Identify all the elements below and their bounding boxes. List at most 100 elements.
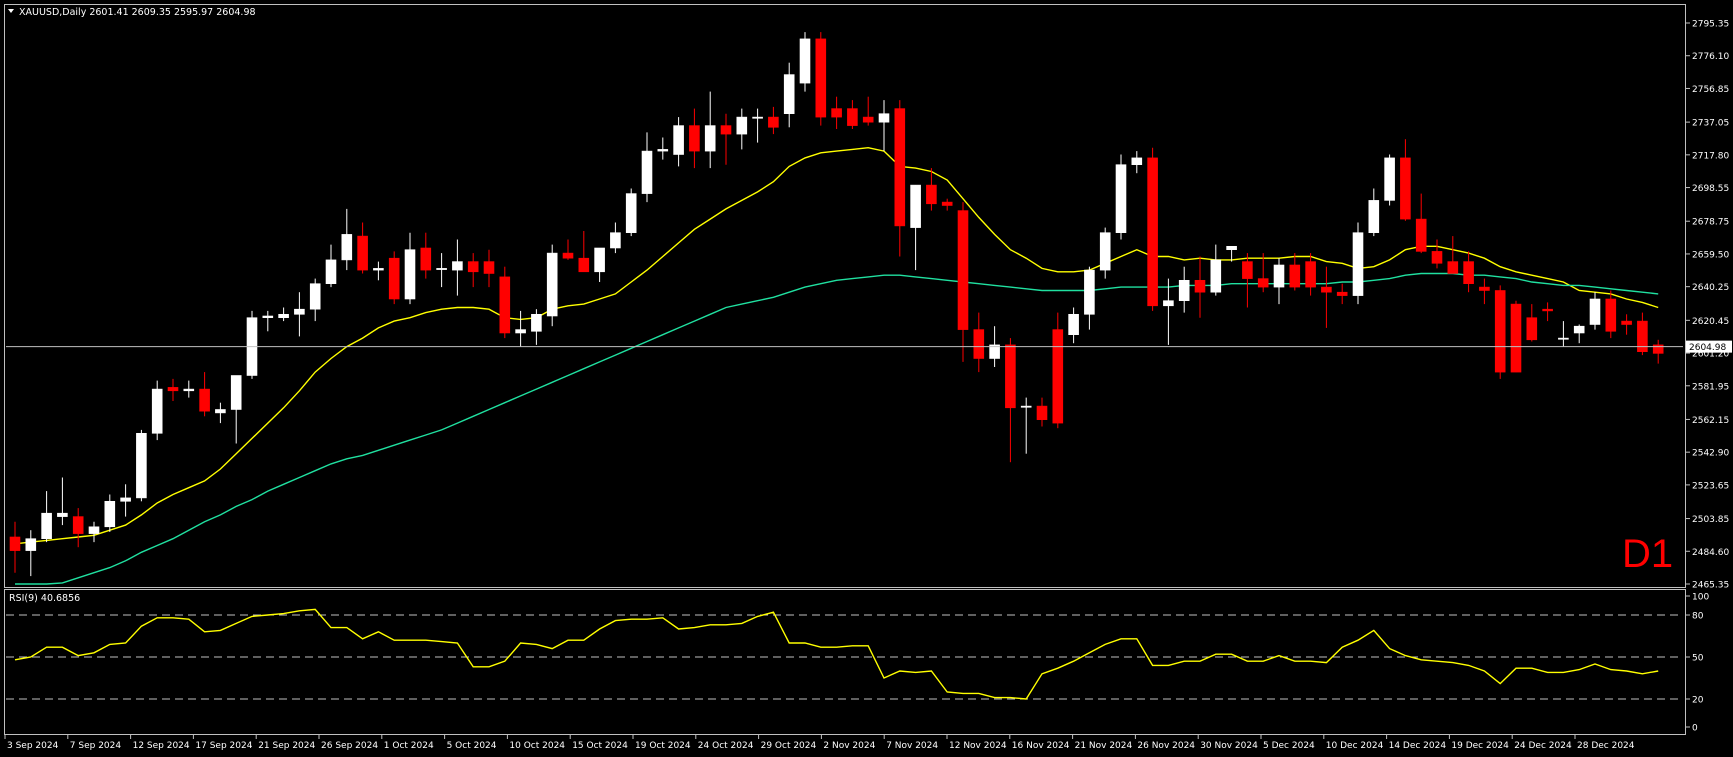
bull-candle xyxy=(1573,325,1585,334)
time-tick-label: 24 Dec 2024 xyxy=(1514,741,1572,751)
time-tick-label: 1 Oct 2024 xyxy=(384,741,434,751)
price-tick-label: 2717.80 xyxy=(1692,151,1729,161)
bear-candle xyxy=(1542,308,1553,312)
bull-candle xyxy=(515,329,526,334)
time-tick-label: 19 Oct 2024 xyxy=(635,741,691,751)
bull-candle xyxy=(1099,232,1111,271)
bear-candle xyxy=(483,261,495,274)
bull-candle xyxy=(230,375,242,410)
bear-candle xyxy=(1463,261,1474,284)
bear-candle xyxy=(1605,298,1617,332)
bull-candle xyxy=(673,125,684,155)
bull-candle xyxy=(136,432,147,499)
price-tick-label: 2756.85 xyxy=(1692,85,1729,95)
rsi-indicator-label: RSI(9) 40.6856 xyxy=(9,593,80,604)
time-tick-label: 26 Nov 2024 xyxy=(1137,741,1195,751)
bear-candle xyxy=(1526,317,1538,341)
bull-candle xyxy=(104,500,116,528)
time-tick-label: 19 Dec 2024 xyxy=(1451,741,1509,751)
bull-candle xyxy=(341,234,353,261)
time-tick-label: 28 Dec 2024 xyxy=(1577,741,1635,751)
bull-candle xyxy=(1558,337,1569,340)
bear-candle xyxy=(1036,405,1048,420)
bull-candle xyxy=(1068,313,1079,335)
bull-candle xyxy=(1368,200,1380,233)
price-tick-label: 2465.35 xyxy=(1692,581,1729,591)
bear-candle xyxy=(815,38,827,118)
bear-candle xyxy=(1257,278,1269,288)
time-tick-label: 26 Sep 2024 xyxy=(321,741,378,751)
bear-candle xyxy=(72,516,84,534)
bear-candle xyxy=(720,125,732,135)
bear-candle xyxy=(1400,157,1411,220)
bull-candle xyxy=(799,38,811,84)
time-tick-label: 12 Sep 2024 xyxy=(133,741,190,751)
bull-candle xyxy=(1131,157,1143,165)
bull-candle xyxy=(57,512,68,517)
bear-candle xyxy=(420,247,432,271)
bull-candle xyxy=(594,247,605,273)
bull-candle xyxy=(736,116,748,135)
bull-candle xyxy=(610,232,621,249)
bull-candle xyxy=(878,113,890,123)
bull-candle xyxy=(546,252,558,317)
bull-candle xyxy=(910,184,921,228)
bull-candle xyxy=(404,249,416,300)
time-tick-label: 30 Nov 2024 xyxy=(1200,741,1258,751)
bear-candle xyxy=(1621,320,1632,325)
bear-candle xyxy=(388,257,400,300)
timeframe-badge: D1 xyxy=(1622,532,1673,576)
rsi-tick-label: 20 xyxy=(1692,696,1704,706)
rsi-plot-area[interactable]: 100 80 50 20 0 xyxy=(6,593,1709,734)
price-tick-label: 2620.45 xyxy=(1692,317,1729,327)
fast-ma-line xyxy=(14,146,1659,545)
bull-candle xyxy=(215,409,226,414)
price-tick-label: 2776.10 xyxy=(1692,52,1729,62)
bull-candle xyxy=(1084,269,1095,315)
bull-candle xyxy=(325,259,337,284)
candles xyxy=(9,32,1664,577)
bull-candle xyxy=(151,388,163,434)
time-tick-label: 21 Sep 2024 xyxy=(258,741,315,751)
bear-candle xyxy=(357,235,368,271)
bull-candle xyxy=(183,388,195,392)
bull-candle xyxy=(1020,405,1032,408)
time-tick-label: 5 Dec 2024 xyxy=(1263,741,1315,751)
bear-candle xyxy=(1510,303,1522,373)
bull-candle xyxy=(704,125,716,152)
price-tick-label: 2659.50 xyxy=(1692,250,1729,260)
time-tick-label: 7 Nov 2024 xyxy=(886,741,938,751)
rsi-line xyxy=(14,608,1659,700)
time-tick-label: 2 Nov 2024 xyxy=(823,741,875,751)
price-tick-label: 2562.15 xyxy=(1692,416,1729,426)
moving-averages xyxy=(14,146,1659,585)
bear-candle xyxy=(1005,344,1016,409)
bull-candle xyxy=(752,116,763,119)
bear-candle xyxy=(499,276,511,334)
bear-candle xyxy=(1147,157,1158,307)
time-axis: 3 Sep 2024 7 Sep 2024 12 Sep 2024 17 Sep 20… xyxy=(4,734,1635,751)
price-tick-label: 2581.95 xyxy=(1692,382,1729,392)
bear-candle xyxy=(926,184,937,205)
bull-candle xyxy=(1273,264,1285,288)
price-tick-label: 2503.85 xyxy=(1692,515,1729,525)
bear-candle xyxy=(831,108,842,118)
bear-candle xyxy=(1242,261,1253,279)
bull-candle xyxy=(1226,245,1237,250)
bear-candle xyxy=(1494,290,1506,373)
bear-candle xyxy=(862,116,874,123)
trading-chart[interactable]: 2604.98 2795.35 2776.10 2756.85 2737.05 2717… xyxy=(0,0,1733,757)
bull-candle xyxy=(625,193,637,233)
rsi-tick-label: 50 xyxy=(1692,654,1704,664)
bear-candle xyxy=(1305,261,1316,288)
bear-candle xyxy=(199,388,210,412)
chart-menu-triangle-icon[interactable] xyxy=(8,9,14,13)
bull-candle xyxy=(1163,300,1174,307)
price-tick-label: 2698.55 xyxy=(1692,184,1729,194)
bear-candle xyxy=(847,108,858,126)
time-tick-label: 10 Dec 2024 xyxy=(1326,741,1384,751)
price-tick-label: 2795.35 xyxy=(1692,20,1729,30)
price-tick-label: 2678.75 xyxy=(1692,218,1729,228)
bull-candle xyxy=(262,315,274,318)
symbol-info-label: XAUUSD,Daily 2601.41 2609.35 2595.97 260… xyxy=(19,7,256,18)
